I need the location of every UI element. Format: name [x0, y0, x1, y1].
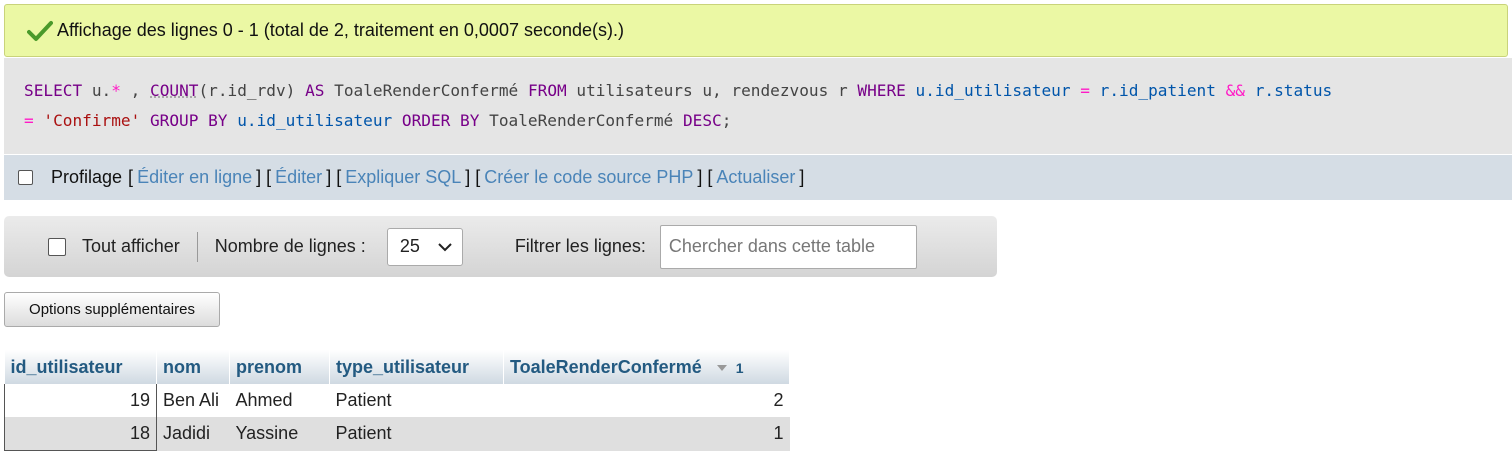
bracket: ] [	[465, 167, 481, 187]
column-header-id-utilisateur[interactable]: id_utilisateur	[4, 350, 157, 384]
filter-rows-input[interactable]	[659, 224, 917, 269]
cell-id-utilisateur[interactable]: 19	[4, 384, 157, 417]
sql-token: AS	[295, 81, 335, 100]
inline-edit-link[interactable]: Éditer en ligne	[137, 167, 252, 188]
create-php-code-link[interactable]: Créer le code source PHP	[484, 167, 693, 188]
sort-order-index: 1	[735, 359, 744, 376]
cell-type-utilisateur[interactable]: Patient	[329, 417, 504, 451]
refresh-link[interactable]: Actualiser	[716, 167, 795, 188]
explain-sql-link[interactable]: Expliquer SQL	[345, 167, 461, 188]
cell-nom[interactable]: Jadidi	[156, 417, 230, 451]
filter-rows-label: Filtrer les lignes:	[514, 236, 646, 256]
rows-count-value: 25	[399, 236, 420, 256]
sql-token: u.	[82, 81, 112, 100]
profiling-label: Profilage	[51, 167, 123, 187]
bracket: ] [	[697, 167, 713, 187]
sql-query-display[interactable]: SELECT u.* , COUNT(r.id_rdv) AS ToaleRen…	[4, 58, 1512, 154]
sql-token: GROUP BY	[140, 111, 238, 130]
chevron-down-icon	[438, 242, 452, 251]
column-header-nom[interactable]: nom	[156, 350, 230, 384]
rows-count-label: Nombre de lignes :	[214, 236, 366, 256]
bracket: ] [	[326, 167, 342, 187]
sql-token: ToaleRenderConfermé	[489, 111, 674, 130]
cell-prenom[interactable]: Ahmed	[229, 384, 330, 417]
sql-token: (r.	[198, 81, 228, 100]
sql-token: &&	[1215, 81, 1255, 100]
success-message-bar: Affichage des lignes 0 - 1 (total de 2, …	[4, 4, 1508, 57]
sql-token: u.id_utilisateur	[915, 81, 1071, 100]
sql-token: id_rdv	[227, 81, 286, 100]
sql-token: WHERE	[857, 81, 916, 100]
sql-token: 'Confirme'	[43, 111, 141, 130]
cell-type-utilisateur[interactable]: Patient	[329, 384, 504, 417]
sql-token: utilisateurs u, rendezvous r	[576, 81, 858, 100]
sql-token: r.id_patient	[1099, 81, 1216, 100]
show-all-checkbox[interactable]	[48, 237, 66, 256]
show-all-label[interactable]: Tout afficher	[82, 236, 180, 257]
sql-token: ,	[120, 81, 150, 100]
cell-prenom[interactable]: Yassine	[229, 417, 330, 451]
cell-nom[interactable]: Ben Ali	[156, 384, 230, 417]
divider	[196, 231, 198, 262]
sql-token: *	[111, 81, 121, 100]
checkmark-icon	[27, 20, 53, 41]
extra-options-button[interactable]: Options supplémentaires	[4, 292, 220, 327]
sql-token: ;	[721, 111, 732, 130]
cell-id-utilisateur[interactable]: 18	[4, 417, 157, 451]
sql-token: DESC	[673, 111, 722, 130]
edit-link[interactable]: Éditer	[275, 167, 322, 188]
column-header-prenom[interactable]: prenom	[229, 350, 330, 384]
navigation-bar: Tout afficher Nombre de lignes : 25 Filt…	[4, 216, 997, 277]
table-header-row: id_utilisateur nom prenom type_utilisate…	[4, 350, 790, 384]
sort-descending-icon	[716, 364, 727, 371]
results-table: id_utilisateur nom prenom type_utilisate…	[4, 350, 790, 451]
bracket: [	[128, 167, 134, 187]
sql-token: =	[24, 111, 44, 130]
rows-count-select[interactable]: 25	[386, 227, 463, 266]
column-header-toalerenderconferme[interactable]: ToaleRenderConfermé 1	[503, 350, 790, 384]
sql-token: ToaleRenderConfermé	[334, 81, 519, 100]
sql-token: =	[1070, 81, 1100, 100]
column-header-type-utilisateur[interactable]: type_utilisateur	[329, 350, 504, 384]
bracket: ] [	[256, 167, 272, 187]
cell-toalerenderconferme[interactable]: 2	[503, 384, 790, 417]
sql-token: SELECT	[24, 81, 83, 100]
success-message: Affichage des lignes 0 - 1 (total de 2, …	[57, 20, 624, 40]
table-row[interactable]: 19 Ben Ali Ahmed Patient 2	[4, 384, 790, 417]
table-row[interactable]: 18 Jadidi Yassine Patient 1	[4, 417, 790, 451]
bracket: ]	[799, 167, 805, 187]
sql-token: r.status	[1254, 81, 1333, 100]
sql-token: ORDER BY	[392, 111, 490, 130]
sql-token: )	[285, 81, 296, 100]
cell-toalerenderconferme[interactable]: 1	[503, 417, 790, 451]
profiling-checkbox[interactable]	[18, 170, 33, 185]
sql-token: FROM	[518, 81, 577, 100]
profiling-bar: Profilage [ Éditer en ligne ] [ Éditer ]…	[4, 155, 1512, 200]
sql-token: u.id_utilisateur	[237, 111, 393, 130]
sql-token: COUNT	[150, 81, 199, 100]
